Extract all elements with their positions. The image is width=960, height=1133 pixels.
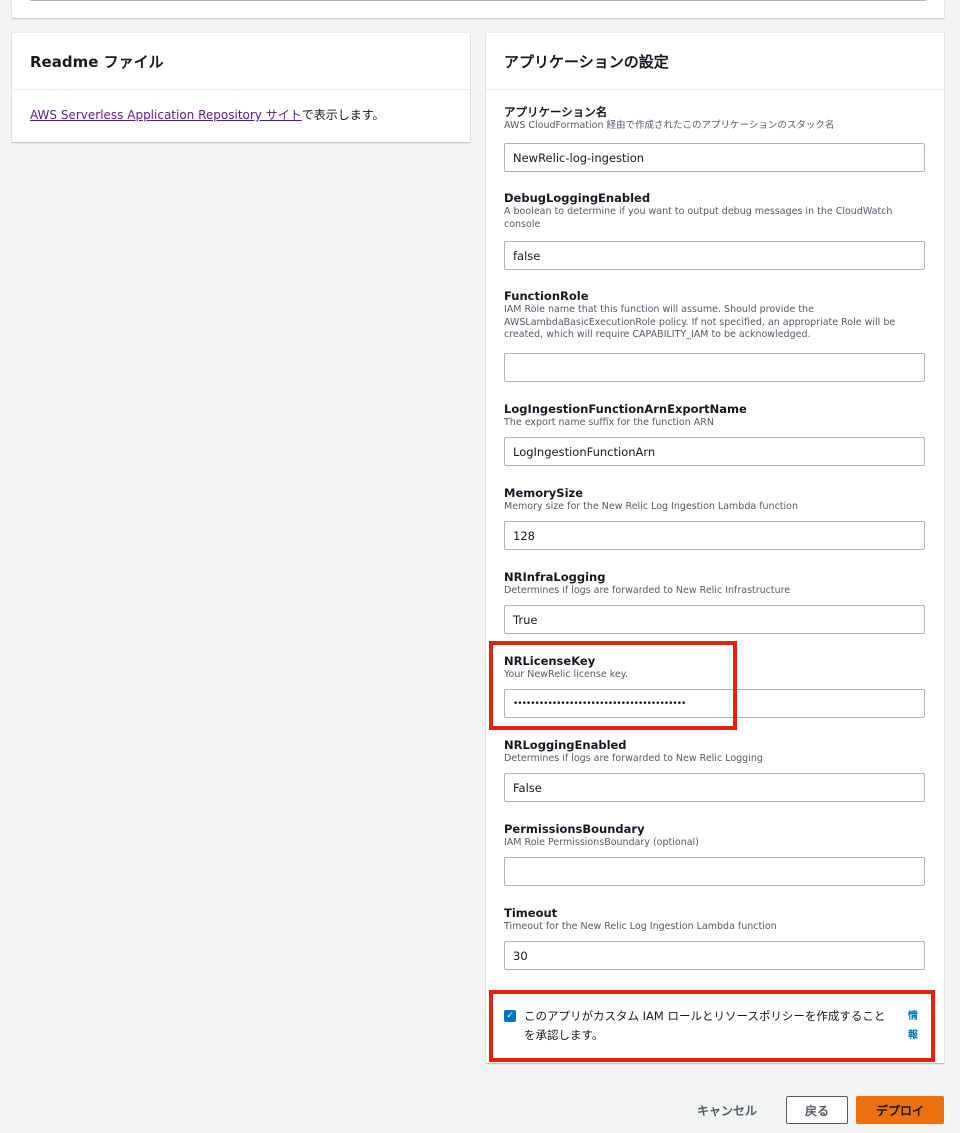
field-nr-logging-enabled: NRLoggingEnabled Determines if logs are … [504, 738, 926, 802]
field-description: AWS CloudFormation 経由で作成されたこのアプリケーションのスタ… [504, 120, 835, 131]
memory-size-input[interactable]: 128 [504, 521, 925, 550]
field-label: PermissionsBoundary [504, 822, 645, 836]
field-label: アプリケーション名 [504, 105, 608, 119]
field-label: NRLoggingEnabled [504, 738, 627, 752]
readme-header: Readme ファイル [12, 33, 470, 90]
readme-suffix: で表示します。 [301, 108, 385, 122]
log-ingestion-function-arn-export-name-input[interactable]: LogIngestionFunctionArn [504, 437, 925, 466]
field-description: Memory size for the New Relic Log Ingest… [504, 501, 798, 512]
field-debug-logging-enabled: DebugLoggingEnabled A boolean to determi… [504, 191, 926, 270]
field-label: Timeout [504, 906, 558, 920]
field-description: Timeout for the New Relic Log Ingestion … [504, 921, 777, 932]
field-permissions-boundary: PermissionsBoundary IAM Role Permissions… [504, 822, 926, 886]
debug-logging-enabled-input[interactable]: false [504, 241, 925, 270]
field-label: NRInfraLogging [504, 570, 606, 584]
cancel-button[interactable]: キャンセル [682, 1096, 772, 1124]
license-key-highlight-box [489, 641, 737, 730]
settings-header: アプリケーションの設定 [486, 33, 944, 90]
permissions-boundary-input[interactable] [504, 857, 925, 886]
divider [30, 0, 926, 1]
readme-panel: Readme ファイル AWS Serverless Application R… [12, 33, 470, 142]
field-timeout: Timeout Timeout for the New Relic Log In… [504, 906, 926, 970]
readme-body: AWS Serverless Application Repository サイ… [12, 90, 470, 139]
nr-logging-enabled-input[interactable]: False [504, 773, 925, 802]
readme-title: Readme ファイル [30, 52, 164, 71]
field-description: A boolean to determine if you want to ou… [504, 206, 893, 230]
field-nr-infra-logging: NRInfraLogging Determines if logs are fo… [504, 570, 926, 634]
field-label: FunctionRole [504, 289, 589, 303]
back-button[interactable]: 戻る [786, 1096, 848, 1124]
previous-section-card [12, 0, 944, 18]
field-memory-size: MemorySize Memory size for the New Relic… [504, 486, 926, 550]
timeout-input[interactable]: 30 [504, 941, 925, 970]
application-settings-panel: アプリケーションの設定 アプリケーション名 AWS CloudFormation… [486, 33, 944, 1063]
field-description: IAM Role name that this function will as… [504, 304, 896, 340]
field-label: MemorySize [504, 486, 584, 500]
field-log-ingestion-function-arn-export-name: LogIngestionFunctionArnExportName The ex… [504, 402, 926, 466]
nr-infra-logging-input[interactable]: True [504, 605, 925, 634]
application-name-input[interactable]: NewRelic-log-ingestion [504, 143, 925, 172]
field-description: IAM Role PermissionsBoundary (optional) [504, 837, 699, 848]
settings-title: アプリケーションの設定 [504, 52, 669, 71]
field-application-name: アプリケーション名 AWS CloudFormation 経由で作成されたこのア… [504, 105, 926, 172]
field-description: Determines if logs are forwarded to New … [504, 753, 763, 764]
field-function-role: FunctionRole IAM Role name that this fun… [504, 289, 926, 382]
deploy-button[interactable]: デプロイ [856, 1096, 944, 1124]
field-label: LogIngestionFunctionArnExportName [504, 402, 747, 416]
field-description: The export name suffix for the function … [504, 417, 714, 428]
sar-site-link[interactable]: AWS Serverless Application Repository サイ… [30, 108, 302, 122]
field-label: DebugLoggingEnabled [504, 191, 651, 205]
function-role-input[interactable] [504, 353, 925, 382]
acknowledge-highlight-box [489, 990, 935, 1062]
field-description: Determines if logs are forwarded to New … [504, 585, 791, 596]
